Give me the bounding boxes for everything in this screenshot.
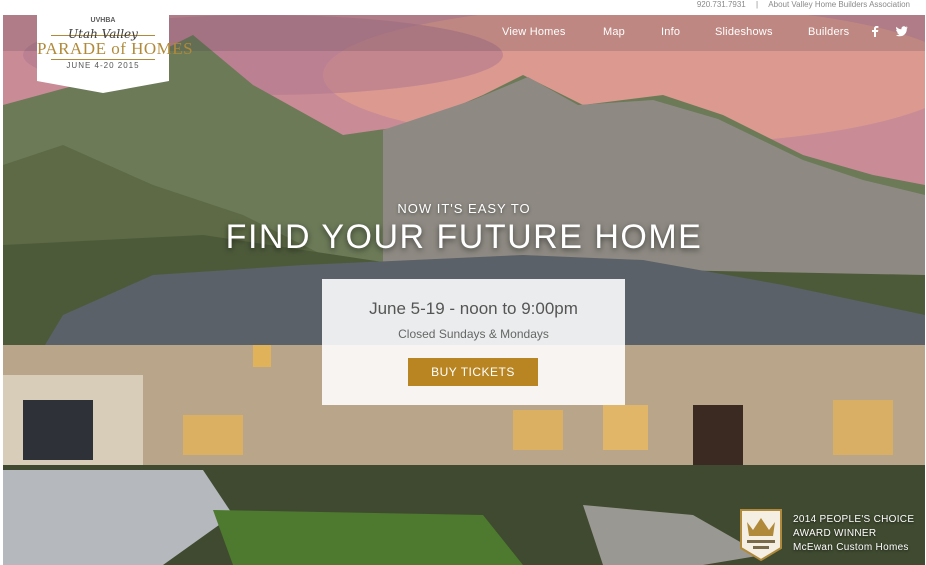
buy-tickets-button[interactable]: BUY TICKETS (408, 358, 538, 386)
association-link[interactable]: About Valley Home Builders Association (768, 0, 910, 10)
event-dates: June 5-19 - noon to 9:00pm (369, 299, 578, 318)
logo-line2: PARADE of HOMES (37, 39, 194, 58)
award-line1: 2014 PEOPLE'S CHOICE (793, 514, 915, 525)
hero-section: View Homes Map Info Slideshows Builders … (3, 15, 925, 565)
nav-builders[interactable]: Builders (808, 26, 849, 38)
hero-headline: FIND YOUR FUTURE HOME (225, 218, 703, 256)
logo-org: UVHBA (90, 17, 116, 24)
utility-separator: | (755, 0, 759, 9)
event-info-box: June 5-19 - noon to 9:00pm Closed Sunday… (322, 279, 625, 405)
logo-dates: JUNE 4-20 2015 (66, 61, 140, 70)
award-builder[interactable]: McEwan Custom Homes (793, 542, 909, 553)
award-callout: 2014 PEOPLE'S CHOICE AWARD WINNER McEwan… (739, 506, 925, 564)
utility-bar: 920.731.7931 | About Valley Home Builder… (0, 0, 926, 15)
nav-info[interactable]: Info (661, 26, 680, 38)
phone-number[interactable]: 920.731.7931 (697, 0, 746, 10)
utility-links: 920.731.7931 | About Valley Home Builder… (697, 0, 910, 10)
parade-logo[interactable]: UVHBA Utah Valley PARADE of HOMES JUNE 4… (37, 15, 194, 93)
event-closed-days: Closed Sundays & Mondays (398, 327, 549, 341)
nav-view-homes[interactable]: View Homes (502, 26, 566, 38)
facebook-icon[interactable] (869, 25, 881, 37)
nav-slideshows[interactable]: Slideshows (715, 26, 773, 38)
award-badge-icon (740, 509, 782, 562)
hero-kicker: NOW IT'S EASY TO (397, 201, 531, 216)
award-line2: AWARD WINNER (793, 528, 877, 539)
twitter-icon[interactable] (896, 25, 908, 37)
nav-map[interactable]: Map (603, 26, 625, 38)
